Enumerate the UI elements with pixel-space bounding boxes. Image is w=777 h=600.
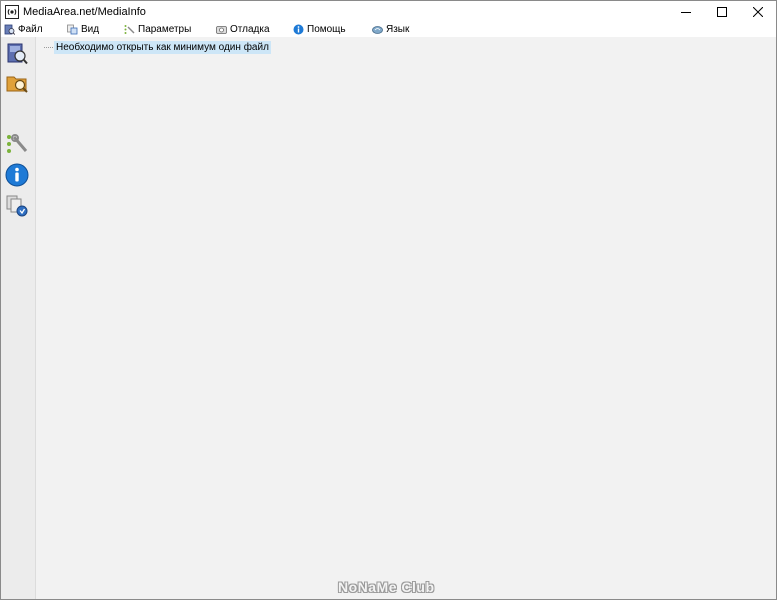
- tree-connector: [44, 46, 53, 48]
- menu-file-label: Файл: [18, 24, 43, 35]
- close-icon: [753, 6, 763, 17]
- menu-debug-label: Отладка: [230, 24, 270, 35]
- mediainfo-app-icon: [5, 4, 19, 19]
- minimize-button[interactable]: [668, 1, 704, 22]
- menu-debug[interactable]: Отладка: [216, 22, 270, 37]
- menu-view-label: Вид: [81, 24, 100, 35]
- menu-language[interactable]: Язык: [372, 22, 409, 37]
- tree-item[interactable]: Необходимо открыть как минимум один файл: [44, 40, 271, 54]
- about-button[interactable]: [4, 162, 30, 188]
- open-folder-icon: [6, 76, 28, 93]
- menu-settings[interactable]: Параметры: [124, 22, 191, 37]
- watermark: NoNaMe Club: [338, 579, 435, 595]
- export-button[interactable]: [4, 193, 30, 219]
- file-icon: [4, 24, 15, 35]
- view-icon: [67, 24, 78, 35]
- title-bar: MediaArea.net/MediaInfo: [1, 1, 776, 22]
- settings-icon: [124, 24, 135, 35]
- minimize-icon: [681, 11, 691, 13]
- open-file-button[interactable]: [4, 41, 30, 67]
- export-icon: [6, 195, 28, 217]
- open-file-message: Необходимо открыть как минимум один файл: [54, 40, 271, 54]
- menu-view[interactable]: Вид: [67, 22, 99, 37]
- debug-icon: [216, 24, 227, 35]
- window-controls: [668, 1, 776, 22]
- menu-bar: Файл Вид Параметры Отладка Помощь Язык: [1, 22, 776, 37]
- menu-settings-label: Параметры: [138, 24, 192, 35]
- app-window: MediaArea.net/MediaInfo Файл Вид Парамет…: [0, 0, 777, 600]
- open-folder-button[interactable]: [4, 70, 30, 96]
- help-icon: [293, 24, 304, 35]
- menu-file[interactable]: Файл: [4, 22, 43, 37]
- menu-help[interactable]: Помощь: [293, 22, 346, 37]
- menu-help-label: Помощь: [307, 24, 346, 35]
- language-icon: [372, 24, 383, 35]
- maximize-icon: [717, 6, 727, 17]
- menu-language-label: Язык: [386, 24, 410, 35]
- open-file-icon: [7, 43, 28, 65]
- preferences-button[interactable]: [4, 131, 30, 157]
- window-title: MediaArea.net/MediaInfo: [23, 5, 146, 18]
- preferences-icon: [7, 134, 28, 153]
- maximize-button[interactable]: [704, 1, 740, 22]
- main-content: Необходимо открыть как минимум один файл: [36, 37, 776, 599]
- side-toolbar: [1, 37, 36, 599]
- about-info-icon: [5, 163, 29, 187]
- close-button[interactable]: [740, 1, 776, 22]
